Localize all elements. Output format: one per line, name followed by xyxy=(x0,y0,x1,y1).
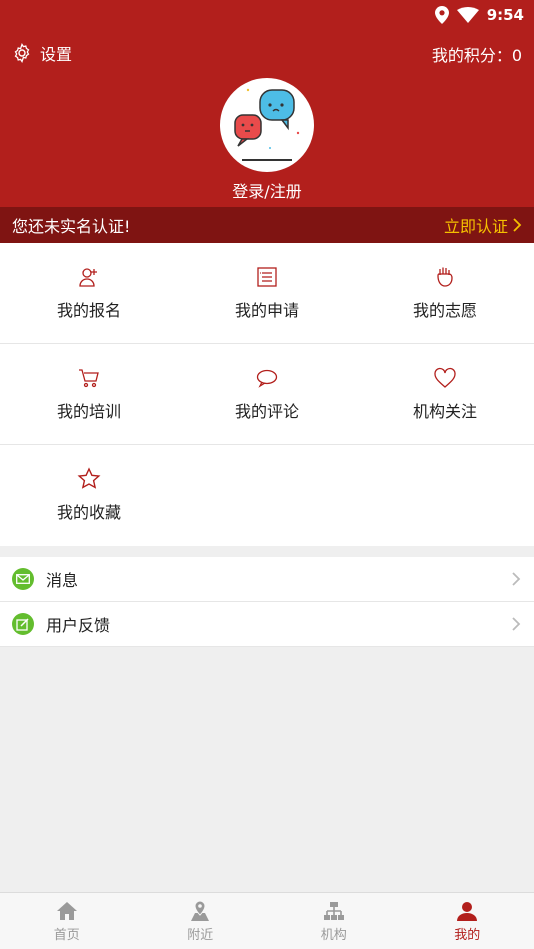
gear-icon xyxy=(14,43,30,63)
chat-bubbles-icon xyxy=(234,88,300,161)
grid-item-followed-orgs[interactable]: 机构关注 xyxy=(356,344,534,444)
settings-list: 消息 用户反馈 xyxy=(0,557,534,647)
grid-item-label: 我的评论 xyxy=(234,402,299,421)
list-item-label: 用户反馈 xyxy=(46,616,111,635)
verification-message: 您还未实名认证! xyxy=(12,217,131,236)
login-register-link[interactable]: 登录/注册 xyxy=(0,178,534,202)
verify-now-label: 立即认证 xyxy=(443,217,508,236)
list-icon xyxy=(257,267,277,287)
grid-item-my-comments[interactable]: 我的评论 xyxy=(178,344,356,444)
wifi-icon xyxy=(456,7,479,23)
grid-item-my-volunteer[interactable]: 我的志愿 xyxy=(356,243,534,343)
chevron-right-icon xyxy=(512,617,521,631)
cart-icon xyxy=(79,369,99,388)
user-add-icon xyxy=(79,268,97,287)
hand-icon xyxy=(437,267,453,287)
settings-button[interactable]: 设置 xyxy=(12,41,72,65)
avatar[interactable] xyxy=(220,78,314,172)
tab-label: 附近 xyxy=(187,927,214,943)
tab-institutions[interactable]: 机构 xyxy=(267,893,401,949)
list-item-label: 消息 xyxy=(46,571,79,590)
grid-item-my-registration[interactable]: 我的报名 xyxy=(0,243,178,343)
list-item-messages[interactable]: 消息 xyxy=(0,557,534,602)
edit-icon xyxy=(12,613,34,635)
grid-item-label: 我的志愿 xyxy=(412,301,477,320)
verify-now-button[interactable]: 立即认证 xyxy=(444,213,522,237)
tab-home[interactable]: 首页 xyxy=(0,893,134,949)
bottom-tab-bar: 首页 附近 机构 我的 xyxy=(0,892,534,949)
profile-header: 9:54 设置 我的积分：0 登录/注册 xyxy=(0,0,534,207)
grid-item-label: 我的收藏 xyxy=(56,503,121,522)
heart-icon xyxy=(434,367,456,388)
grid-item-label: 机构关注 xyxy=(412,402,477,421)
settings-label: 设置 xyxy=(40,45,73,64)
tab-mine[interactable]: 我的 xyxy=(401,893,534,949)
chevron-right-icon xyxy=(513,218,522,232)
grid-item-my-favorites[interactable]: 我的收藏 xyxy=(0,445,178,545)
list-item-feedback[interactable]: 用户反馈 xyxy=(0,602,534,647)
person-icon xyxy=(457,901,478,921)
tab-label: 我的 xyxy=(454,927,481,943)
star-icon xyxy=(77,467,101,489)
location-icon xyxy=(434,6,449,24)
grid-item-label: 我的培训 xyxy=(56,402,121,421)
grid-item-label: 我的申请 xyxy=(234,301,299,320)
points-label: 我的积分：0 xyxy=(431,46,522,65)
feature-grid: 我的报名 我的申请 我的志愿 我的培训 我的评论 机构关注 我的收藏 xyxy=(0,243,534,546)
org-chart-icon xyxy=(323,901,344,920)
grid-item-my-application[interactable]: 我的申请 xyxy=(178,243,356,343)
map-pin-icon xyxy=(191,899,210,921)
grid-item-my-training[interactable]: 我的培训 xyxy=(0,344,178,444)
status-bar: 9:54 xyxy=(434,4,524,26)
home-icon xyxy=(56,901,77,920)
grid-item-label: 我的报名 xyxy=(56,301,121,320)
chevron-right-icon xyxy=(512,572,521,586)
tab-label: 机构 xyxy=(320,927,347,943)
verification-banner: 您还未实名认证! 立即认证 xyxy=(0,207,534,243)
mail-icon xyxy=(12,568,34,590)
status-time: 9:54 xyxy=(486,6,524,24)
comment-icon xyxy=(256,369,278,388)
tab-nearby[interactable]: 附近 xyxy=(134,893,268,949)
tab-label: 首页 xyxy=(53,927,80,943)
